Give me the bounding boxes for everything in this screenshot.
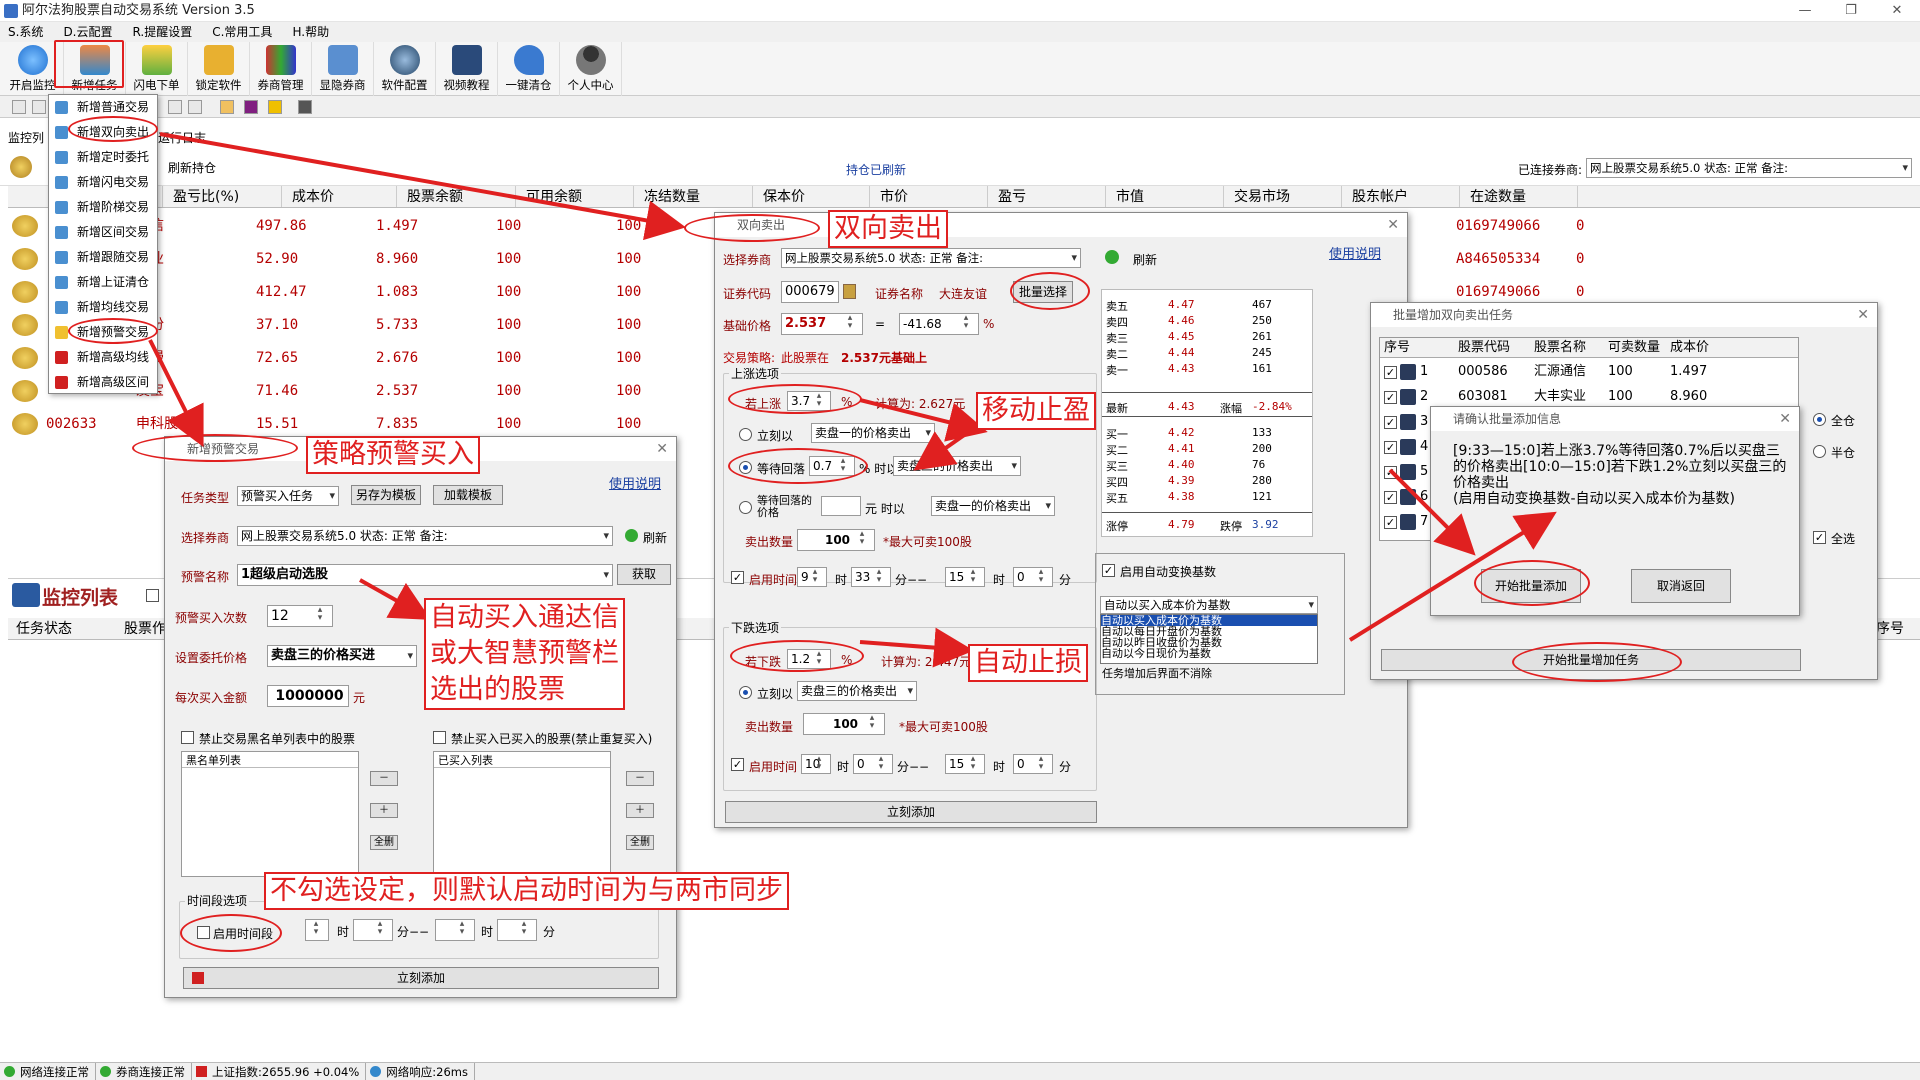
globe-icon	[370, 1066, 382, 1077]
ring-confirm-ok	[1474, 560, 1590, 606]
ring-menu-bi	[68, 116, 158, 142]
annotation-bi: 双向卖出	[828, 210, 948, 248]
ring-menu-warn	[68, 318, 158, 344]
ring-enable-time	[180, 914, 282, 952]
arrow-profit-1	[859, 398, 988, 442]
ring-warn-title	[132, 434, 298, 462]
up-arrow-icon	[196, 1066, 207, 1077]
annotation-profit: 移动止盈	[976, 392, 1096, 430]
annotation-auto-buy: 自动买入通达信 或大智慧预警栏 选出的股票	[424, 598, 625, 710]
status-index: 上证指数:2655.96 +0.04%	[192, 1063, 367, 1080]
arrow-warn	[148, 339, 204, 448]
ring-bi-title	[684, 214, 820, 242]
annotation-warn: 策略预警买入	[306, 436, 480, 474]
arrow-auto-buy	[359, 578, 431, 620]
ring-pullback	[728, 448, 868, 484]
ring-fall	[730, 640, 864, 672]
network-icon	[4, 1066, 15, 1077]
broker-icon	[100, 1066, 111, 1077]
ring-batch-select	[1010, 272, 1090, 310]
ring-rise	[728, 384, 862, 414]
annotation-loss: 自动止损	[968, 644, 1088, 682]
status-latency: 网络响应:26ms	[366, 1063, 475, 1080]
arrow-bi	[159, 132, 686, 241]
status-bar: 网络连接正常 券商连接正常 上证指数:2655.96 +0.04% 网络响应:2…	[0, 1062, 1920, 1080]
status-network: 网络连接正常	[0, 1063, 96, 1080]
annotation-time-note: 不勾选设定，则默认启动时间为与两市同步	[264, 872, 789, 910]
ring-add-task	[54, 40, 124, 88]
annotation-arrows	[148, 132, 1557, 668]
arrow-loss	[859, 627, 974, 668]
arrow-batch	[1388, 468, 1476, 556]
ring-start-batch	[1512, 642, 1682, 682]
status-broker: 券商连接正常	[96, 1063, 192, 1080]
